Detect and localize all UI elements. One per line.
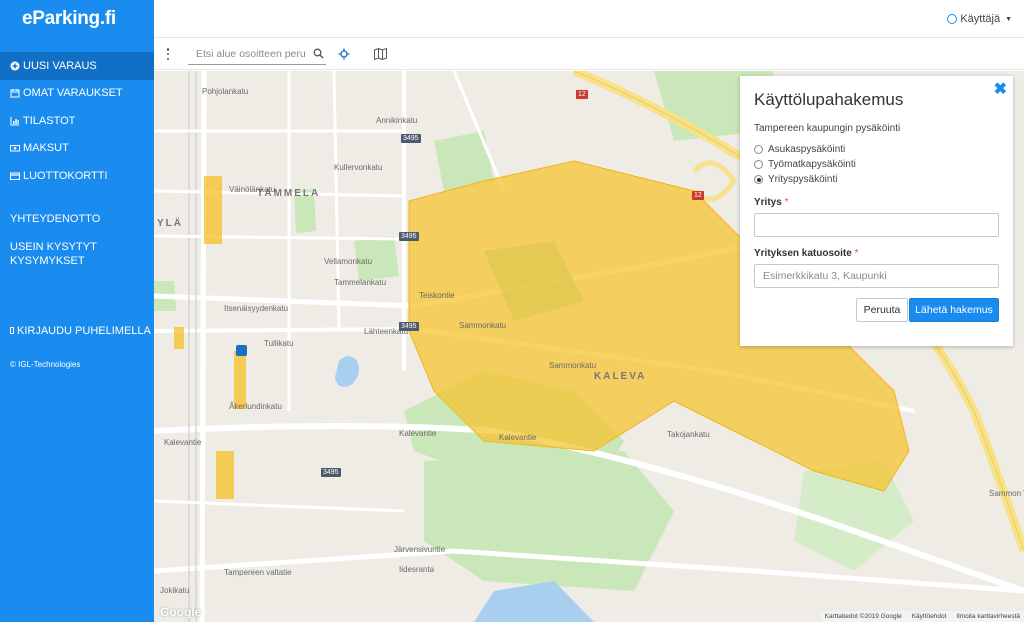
app-logo[interactable]: eParking.fi bbox=[0, 0, 154, 38]
road-number-badge: 12 bbox=[692, 191, 704, 200]
radio-label: Yrityspysäköinti bbox=[768, 174, 838, 185]
search-icon[interactable] bbox=[313, 48, 324, 59]
road-number-badge: 3495 bbox=[321, 468, 341, 477]
plus-circle-icon bbox=[9, 61, 20, 71]
phone-login-link[interactable]: KIRJAUDU PUHELIMELLA bbox=[0, 324, 154, 338]
faq-link[interactable]: USEIN KYSYTYT KYSYMYKSET bbox=[0, 240, 154, 268]
google-logo: Google bbox=[160, 605, 202, 619]
address-label-text: Yrityksen katuosoite bbox=[754, 248, 852, 259]
street-label: Iidesranta bbox=[399, 565, 435, 574]
radio-button-selected[interactable] bbox=[754, 175, 763, 184]
sidebar-item-label: TILASTOT bbox=[23, 114, 76, 127]
panel-subtitle: Tampereen kaupungin pysäköinti bbox=[754, 123, 901, 134]
radio-button[interactable] bbox=[754, 145, 763, 154]
street-label: Kullervonkatu bbox=[334, 163, 383, 172]
street-label: Takojankatu bbox=[667, 430, 710, 439]
user-menu[interactable]: Käyttäjä ▼ bbox=[947, 13, 1012, 25]
road-number-badge: 3495 bbox=[401, 134, 421, 143]
locate-icon[interactable] bbox=[338, 48, 350, 60]
cancel-button[interactable]: Peruuta bbox=[856, 298, 908, 322]
company-input[interactable] bbox=[754, 213, 999, 237]
address-label: Yrityksen katuosoite * bbox=[754, 248, 859, 259]
radio-option-yrityspysakointi[interactable]: Yrityspysäköinti bbox=[754, 174, 837, 185]
street-label: Tammelankatu bbox=[334, 278, 387, 287]
company-label: Yritys * bbox=[754, 197, 788, 208]
sidebar: eParking.fi UUSI VARAUS OMAT VARAUKSET T… bbox=[0, 0, 154, 622]
sidebar-item-label: MAKSUT bbox=[23, 142, 69, 155]
radio-label: Työmatkapysäköinti bbox=[768, 159, 856, 170]
street-label: Vellamonkatu bbox=[324, 257, 373, 266]
company-address-input[interactable] bbox=[754, 264, 999, 288]
copyright: © IGL-Technologies bbox=[10, 359, 81, 369]
street-label: Sammonkatu bbox=[549, 361, 597, 370]
sidebar-item-tilastot[interactable]: TILASTOT bbox=[0, 107, 154, 135]
street-label: Väinölänkatu bbox=[229, 185, 276, 194]
street-label: Kalevantie bbox=[499, 433, 537, 442]
road-number-badge: 3495 bbox=[399, 232, 419, 241]
company-label-text: Yritys bbox=[754, 197, 782, 208]
sidebar-item-label: OMAT VARAUKSET bbox=[23, 87, 123, 100]
panel-title: Käyttölupahakemus bbox=[754, 90, 904, 109]
more-vert-icon[interactable] bbox=[165, 48, 171, 60]
close-icon[interactable]: ✖ bbox=[994, 82, 1007, 98]
map-toolbar bbox=[154, 39, 1024, 70]
sidebar-item-omat-varaukset[interactable]: OMAT VARAUKSET bbox=[0, 80, 154, 108]
street-label: Sammon Val bbox=[989, 489, 1024, 498]
report-error-link[interactable]: Ilmoita karttavirheestä bbox=[956, 613, 1020, 620]
terms-link[interactable]: Käyttöehdot bbox=[912, 613, 947, 620]
street-label: Tullikatu bbox=[264, 339, 294, 348]
sidebar-item-uusi-varaus[interactable]: UUSI VARAUS bbox=[0, 52, 154, 80]
user-name: Käyttäjä bbox=[960, 13, 1001, 25]
street-label: Annikinkatu bbox=[376, 116, 418, 125]
phone-icon bbox=[10, 327, 14, 334]
submit-application-button[interactable]: Lähetä hakemus bbox=[909, 298, 999, 322]
sidebar-item-label: UUSI VARAUS bbox=[23, 59, 97, 72]
calendar-icon bbox=[9, 88, 20, 98]
credit-card-icon bbox=[9, 171, 20, 181]
map-icon[interactable] bbox=[374, 48, 387, 60]
street-label: Jokikatu bbox=[160, 586, 190, 595]
sidebar-item-label: LUOTTOKORTTI bbox=[23, 169, 108, 182]
caret-down-icon: ▼ bbox=[1005, 15, 1012, 23]
map-data-credit: Karttatiedot ©2019 Google bbox=[824, 613, 902, 620]
phone-login-label: KIRJAUDU PUHELIMELLA bbox=[17, 324, 151, 337]
sidebar-item-luottokortti[interactable]: LUOTTOKORTTI bbox=[0, 162, 154, 190]
street-label: Kalevantie bbox=[399, 429, 437, 438]
district-label: KALEVA bbox=[594, 371, 647, 382]
radio-label: Asukaspysäköinti bbox=[768, 144, 846, 155]
user-icon bbox=[947, 14, 958, 24]
street-label: Itsenäisyydenkatu bbox=[224, 304, 289, 313]
top-bar: Käyttäjä ▼ bbox=[154, 0, 1024, 38]
map-attribution: Karttatiedot ©2019 Google Käyttöehdot Il… bbox=[820, 611, 1024, 622]
contact-link[interactable]: YHTEYDENOTTO bbox=[0, 212, 154, 226]
street-label: Tampereen valtatie bbox=[224, 568, 292, 577]
street-label: Sammonkatu bbox=[459, 321, 507, 330]
road-number-badge: 3495 bbox=[399, 322, 419, 331]
permit-application-panel: Käyttölupahakemus ✖ Tampereen kaupungin … bbox=[740, 76, 1013, 346]
required-mark: * bbox=[784, 197, 789, 208]
search-box bbox=[188, 45, 326, 65]
sidebar-item-maksut[interactable]: MAKSUT bbox=[0, 135, 154, 163]
sidebar-nav: UUSI VARAUS OMAT VARAUKSET TILASTOT MAKS… bbox=[0, 52, 154, 190]
radio-option-tyomatkapysakointi[interactable]: Työmatkapysäköinti bbox=[754, 159, 856, 170]
road-number-badge: 12 bbox=[576, 90, 588, 99]
street-label: Åkerlundinkatu bbox=[229, 402, 282, 411]
radio-option-asukaspysakointi[interactable]: Asukaspysäköinti bbox=[754, 144, 845, 155]
street-label: Järvensivuntie bbox=[394, 545, 446, 554]
street-label: Pohjolankatu bbox=[202, 87, 249, 96]
required-mark: * bbox=[854, 248, 859, 259]
street-label: Kalevantie bbox=[164, 438, 202, 447]
address-search-input[interactable] bbox=[188, 45, 306, 63]
bar-chart-icon bbox=[9, 116, 20, 126]
district-label: YLÄ bbox=[157, 218, 183, 229]
street-label: Teiskontie bbox=[419, 291, 455, 300]
radio-button[interactable] bbox=[754, 160, 763, 169]
money-icon bbox=[9, 143, 20, 153]
